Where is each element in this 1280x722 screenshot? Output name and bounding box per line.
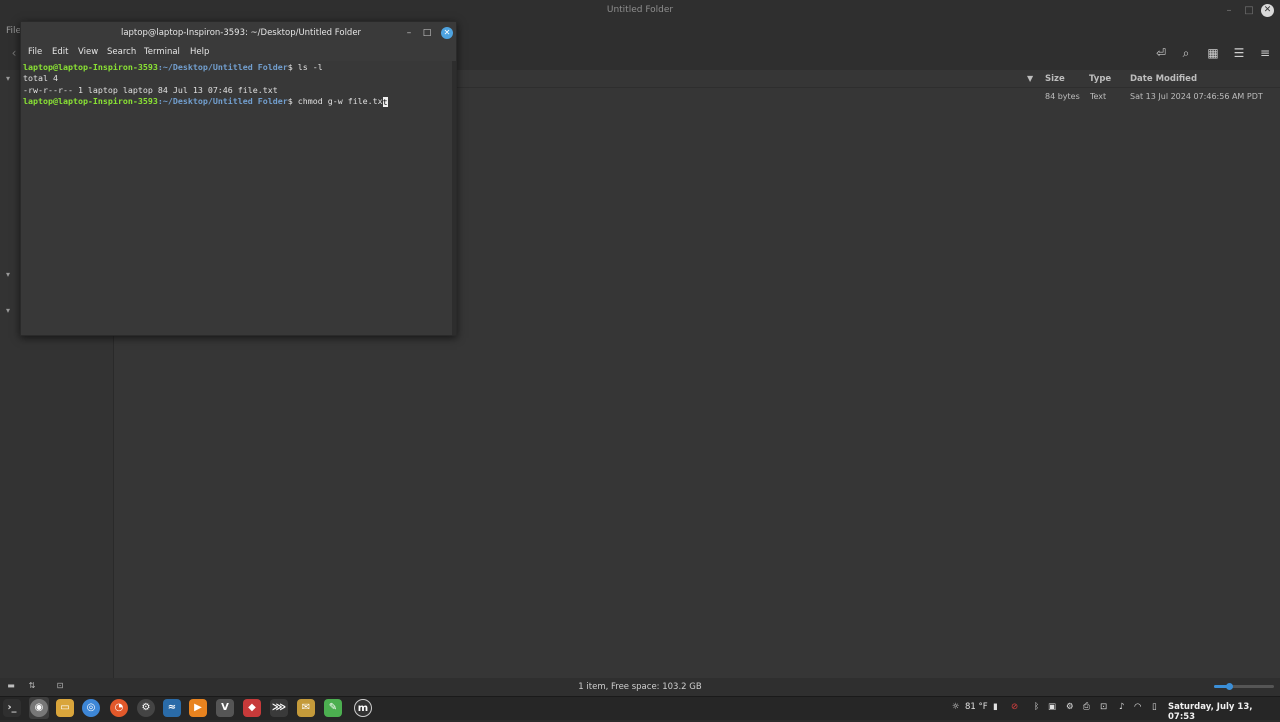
battery-icon[interactable]: ▯ (1152, 702, 1157, 712)
mint-menu-icon[interactable]: m (354, 699, 372, 717)
status-text: 1 item, Free space: 103.2 GB (578, 682, 702, 692)
close-icon[interactable]: ✕ (1261, 4, 1274, 17)
file-manager-title: Untitled Folder (606, 5, 674, 15)
zoom-slider-handle[interactable] (1226, 683, 1233, 690)
terminal-scrollbar[interactable] (452, 61, 456, 335)
update-manager-icon[interactable]: ⊘ (1011, 702, 1018, 712)
menu-edit[interactable]: Edit (52, 47, 68, 57)
menu-help[interactable]: Help (190, 47, 209, 57)
media-player-app-icon[interactable]: ▶ (189, 699, 207, 717)
cell-size: 84 bytes (1045, 92, 1080, 101)
search-icon[interactable]: ⌕ (1178, 45, 1194, 61)
settings-app-icon[interactable]: ⚙ (137, 699, 155, 717)
sort-arrow-icon[interactable]: ▼ (1027, 74, 1033, 83)
menu-terminal[interactable]: Terminal (144, 47, 180, 57)
terminal-cursor: t (382, 97, 388, 107)
close-icon[interactable]: ✕ (441, 27, 453, 39)
maximize-icon[interactable]: □ (1242, 4, 1256, 18)
menu-view[interactable]: View (78, 47, 98, 57)
terminal-window: laptop@laptop-Inspiron-3593: ~/Desktop/U… (20, 21, 457, 336)
clock[interactable]: Saturday, July 13, 07:53 (1168, 702, 1280, 722)
terminal-output[interactable]: laptop@laptop-Inspiron-3593:~/Desktop/Un… (21, 61, 452, 335)
printer-icon[interactable]: ⎙ (1083, 702, 1090, 712)
path-toggle-icon[interactable]: ⏎ (1153, 45, 1169, 61)
file-manager-titlebar[interactable]: Untitled Folder – □ ✕ (0, 0, 1280, 22)
minimize-icon[interactable]: – (403, 27, 415, 39)
screen-icon[interactable]: ⊡ (1100, 702, 1107, 712)
minimize-icon[interactable]: – (1222, 4, 1236, 18)
files-app-icon[interactable]: ▭ (56, 699, 74, 717)
column-size[interactable]: Size (1045, 74, 1065, 84)
firefox-app-icon[interactable]: ◔ (110, 699, 128, 717)
steam-app-icon[interactable]: ≈ (163, 699, 181, 717)
terminal-line: laptop@laptop-Inspiron-3593:~/Desktop/Un… (23, 62, 323, 72)
clipboard-icon[interactable]: ▣ (1048, 702, 1056, 712)
video-editor-app-icon[interactable]: ⋙ (270, 699, 288, 717)
terminal-titlebar[interactable]: laptop@laptop-Inspiron-3593: ~/Desktop/U… (21, 22, 456, 44)
menu-search[interactable]: Search (107, 47, 136, 57)
disks-app-icon[interactable]: ◉ (30, 699, 48, 717)
text-editor-app-icon[interactable]: ✎ (324, 699, 342, 717)
settings-icon[interactable]: ⚙ (1066, 702, 1074, 712)
icon-view-icon[interactable]: ▦ (1205, 45, 1221, 61)
cell-type: Text (1090, 92, 1107, 101)
archive-app-icon[interactable]: ✉ (297, 699, 315, 717)
vscode-app-icon[interactable]: V (216, 699, 234, 717)
weather-temperature[interactable]: 81 °F (965, 702, 988, 712)
trash-icon[interactable]: ▮ (993, 702, 998, 712)
terminal-line: -rw-r--r-- 1 laptop laptop 84 Jul 13 07:… (23, 85, 278, 95)
list-view-icon[interactable]: ☰ (1231, 45, 1247, 61)
terminal-app-icon[interactable]: ›_ (3, 699, 21, 717)
column-date-modified[interactable]: Date Modified (1130, 74, 1197, 84)
maximize-icon[interactable]: □ (421, 27, 433, 39)
collapse-arrow-icon[interactable]: ▾ (6, 74, 10, 83)
compact-view-icon[interactable]: ≡ (1257, 45, 1273, 61)
bluetooth-icon[interactable]: ᛒ (1034, 702, 1039, 712)
cell-date-modified: Sat 13 Jul 2024 07:46:56 AM PDT (1130, 92, 1263, 101)
zoom-slider[interactable] (1214, 683, 1274, 690)
terminal-line: total 4 (23, 73, 58, 83)
volume-icon[interactable]: ♪ (1119, 702, 1124, 712)
collapse-arrow-icon[interactable]: ▾ (6, 306, 10, 315)
terminal-line: laptop@laptop-Inspiron-3593:~/Desktop/Un… (23, 96, 388, 107)
wifi-icon[interactable]: ◠ (1134, 702, 1141, 712)
column-type[interactable]: Type (1089, 74, 1111, 84)
terminal-menubar: File Edit View Search Terminal Help (21, 44, 456, 61)
software-center-app-icon[interactable]: ◆ (243, 699, 261, 717)
menu-file[interactable]: File (28, 47, 42, 57)
terminal-title: laptop@laptop-Inspiron-3593: ~/Desktop/U… (120, 28, 362, 38)
collapse-arrow-icon[interactable]: ▾ (6, 270, 10, 279)
weather-icon[interactable]: ☼ (952, 702, 960, 712)
menu-file[interactable]: File (6, 26, 21, 36)
chrome-app-icon[interactable]: ◎ (82, 699, 100, 717)
